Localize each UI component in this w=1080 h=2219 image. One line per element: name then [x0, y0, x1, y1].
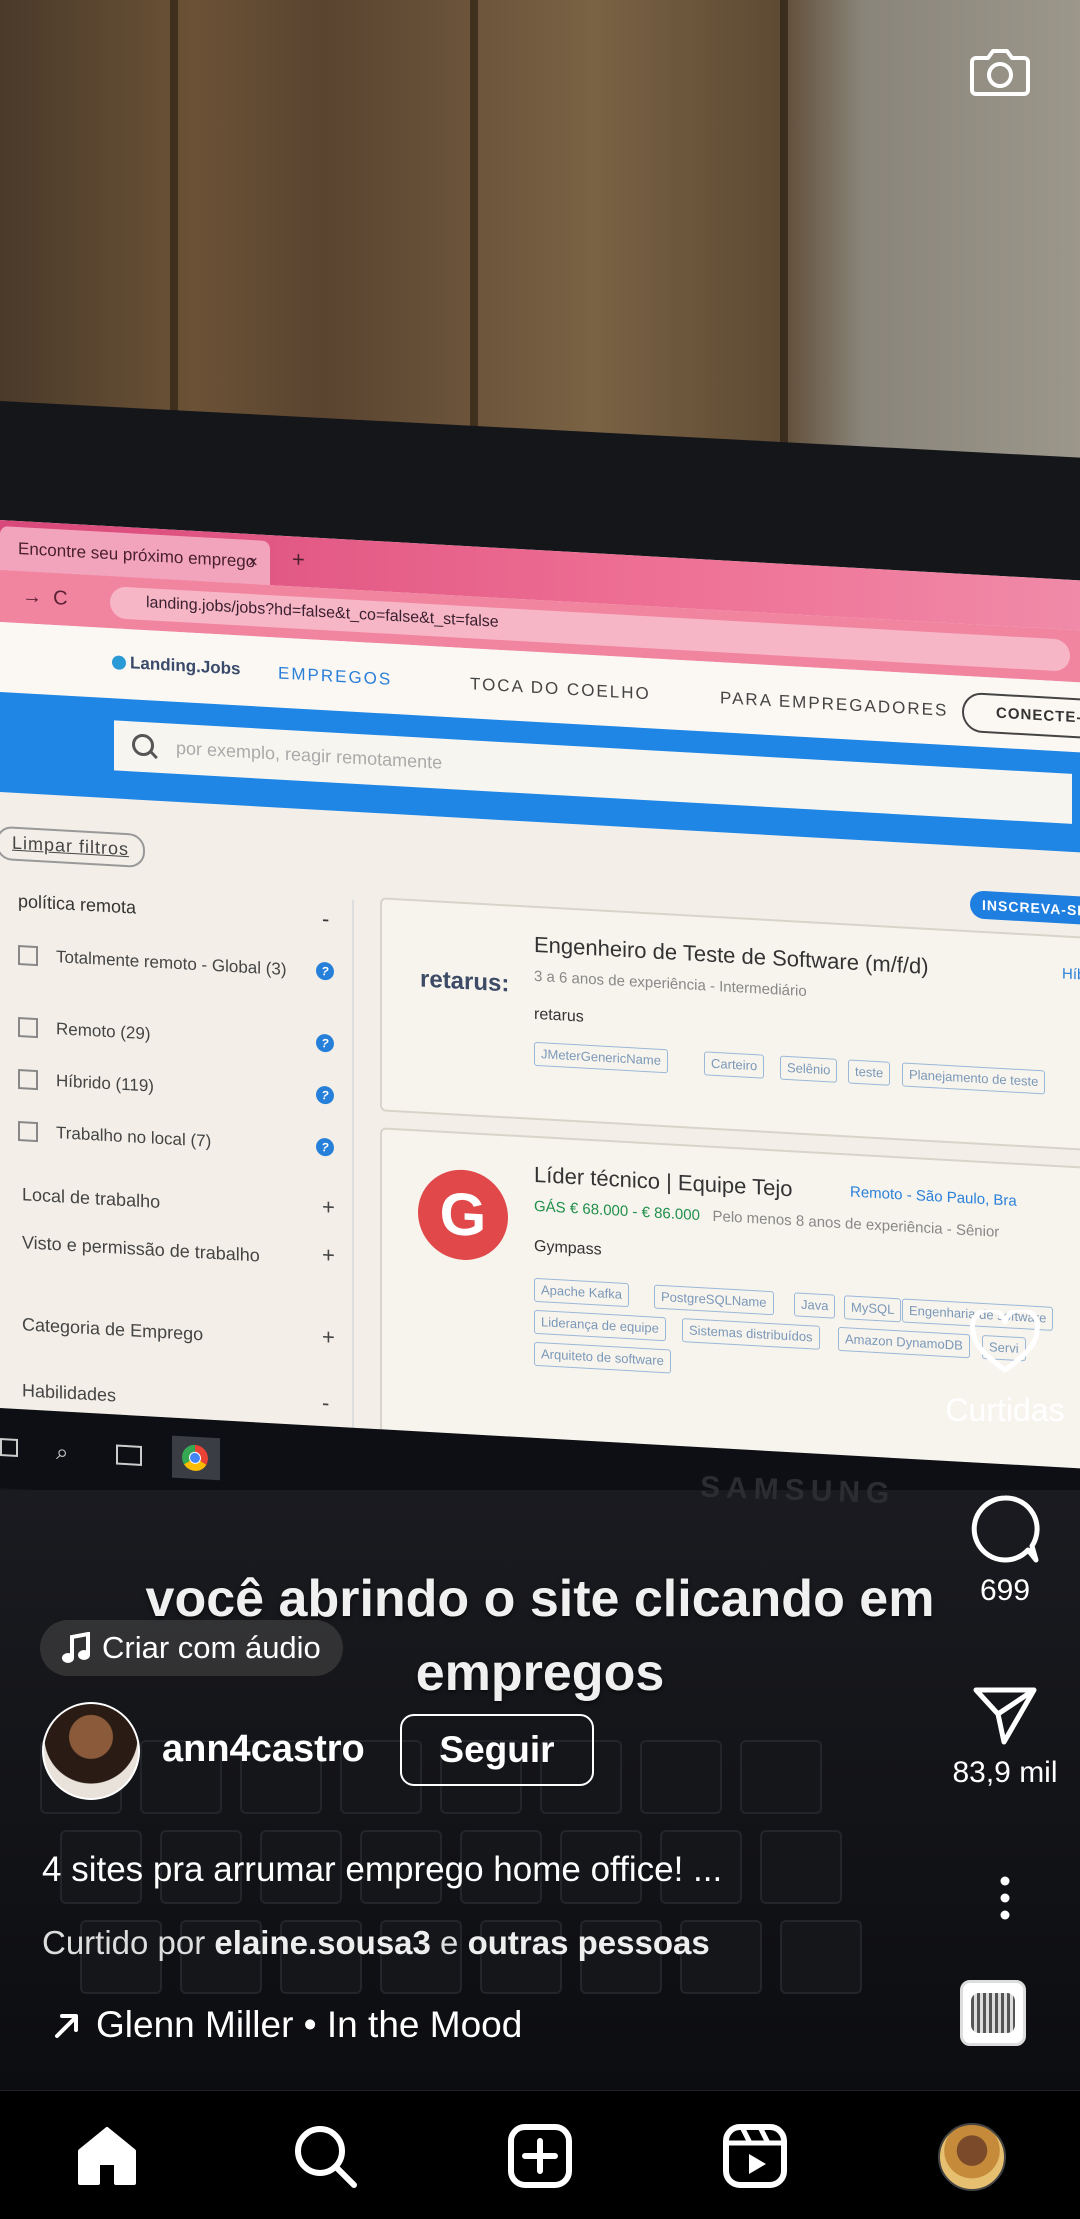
more-action[interactable]	[930, 1876, 1080, 1920]
create-with-audio-button[interactable]: Criar com áudio	[40, 1620, 343, 1676]
job-location: Remoto - São Paulo, Bra	[850, 1183, 1017, 1210]
create-with-audio-label: Criar com áudio	[102, 1630, 321, 1665]
profile-avatar[interactable]	[938, 2123, 1006, 2191]
audio-album-art[interactable]	[960, 1980, 1026, 2046]
search-icon[interactable]	[290, 2121, 360, 2191]
job-company: retarus	[534, 1005, 584, 1026]
filter-section: Categoria de Emprego	[22, 1314, 204, 1345]
tab-title: Encontre seu próximo emprego	[18, 539, 256, 572]
laptop-screen: Encontre seu próximo emprego × + → C lan…	[0, 520, 1080, 1521]
job-tag: JMeterGenericName	[534, 1041, 668, 1074]
site-logo: Landing.Jobs	[112, 652, 241, 679]
job-tag: PostgreSQLName	[654, 1284, 774, 1316]
reel-description[interactable]: 4 sites pra arrumar emprego home office!…	[42, 1850, 722, 1890]
filter-section: Local de trabalho	[22, 1184, 161, 1212]
new-tab-icon: +	[292, 546, 305, 573]
comments-count: 699	[979, 1574, 1031, 1607]
site-search-placeholder: por exemplo, reagir remotamente	[176, 737, 443, 773]
job-company: Gympass	[534, 1237, 602, 1259]
comment-action[interactable]: 699	[930, 1494, 1080, 1608]
camera-icon[interactable]	[968, 40, 1032, 104]
company-logo: retarus:	[420, 965, 510, 998]
liked-by-others[interactable]: outras pessoas	[468, 1924, 710, 1961]
liked-by-user[interactable]: elaine.sousa3	[214, 1924, 430, 1961]
site-nav-empregadores: PARA EMPREGADORES	[720, 688, 949, 721]
send-icon[interactable]	[972, 1684, 1038, 1746]
site-nav-empregos: EMPREGOS	[278, 663, 393, 689]
job-tag: teste	[848, 1059, 891, 1086]
job-meta: 3 a 6 anos de experiência - Intermediári…	[534, 967, 807, 1001]
job-title: Líder técnico | Equipe Tejo	[534, 1161, 793, 1202]
bottom-nav	[0, 2090, 1080, 2219]
music-info[interactable]: Glenn Miller • In the Mood	[52, 2004, 522, 2046]
filter-panel: política remota - Totalmente remoto - Gl…	[0, 880, 354, 1460]
job-tag: Carteiro	[704, 1051, 765, 1079]
job-tag: Arquiteto de software	[534, 1341, 671, 1374]
task-view-icon	[116, 1444, 142, 1466]
filter-collapse: -	[322, 906, 330, 932]
job-card: retarus: Engenheiro de Teste de Software…	[380, 897, 1080, 1152]
author-username[interactable]: ann4castro	[162, 1728, 365, 1771]
like-action[interactable]: Curtidas	[930, 1310, 1080, 1429]
laptop-brand: SAMSUNG	[699, 1470, 896, 1511]
job-tag: Sistemas distribuídos	[682, 1318, 820, 1350]
job-tag: Planejamento de teste	[902, 1062, 1046, 1095]
job-tag: Java	[794, 1292, 836, 1319]
taskbar-search-icon: ⌕	[56, 1439, 69, 1465]
author-avatar[interactable]	[42, 1702, 140, 1800]
site-nav-toca: TOCA DO COELHO	[470, 674, 651, 704]
music-title: Glenn Miller • In the Mood	[96, 2004, 523, 2045]
site-search-icon	[132, 733, 154, 757]
tab-close-icon: ×	[248, 551, 258, 572]
browser-nav-icons: → C	[22, 585, 68, 610]
likes-label: Curtidas	[945, 1392, 1065, 1428]
follow-button[interactable]: Seguir	[400, 1714, 594, 1786]
more-icon[interactable]	[999, 1876, 1011, 1920]
windows-start-icon	[0, 1438, 18, 1458]
filter-section: Visto e permissão de trabalho	[22, 1232, 260, 1266]
company-logo: G	[418, 1167, 508, 1263]
job-location: Híbrid	[1062, 965, 1080, 985]
job-tag: Selênio	[780, 1055, 838, 1083]
home-icon[interactable]	[72, 2121, 142, 2191]
job-tag: Liderança de equipe	[534, 1309, 666, 1342]
reels-icon[interactable]	[720, 2121, 790, 2191]
site-connect-button: CONECTE-S	[962, 691, 1080, 741]
arrow-icon	[55, 2014, 78, 2038]
heart-icon[interactable]	[969, 1310, 1041, 1374]
share-action[interactable]: 83,9 mil	[930, 1684, 1080, 1790]
clear-filters: Limpar filtros	[0, 825, 146, 869]
chrome-icon	[172, 1435, 220, 1481]
comment-icon[interactable]	[970, 1494, 1040, 1564]
create-icon[interactable]	[505, 2121, 575, 2191]
shares-count: 83,9 mil	[952, 1756, 1058, 1789]
music-note-icon	[62, 1632, 90, 1663]
job-tag: MySQL	[844, 1295, 902, 1323]
job-tag: Apache Kafka	[534, 1277, 629, 1308]
subscribe-badge: INSCREVA-SE	[970, 890, 1080, 927]
filter-title: política remota	[18, 891, 137, 918]
liked-by[interactable]: Curtido por elaine.sousa3 e outras pesso…	[42, 1924, 710, 1962]
